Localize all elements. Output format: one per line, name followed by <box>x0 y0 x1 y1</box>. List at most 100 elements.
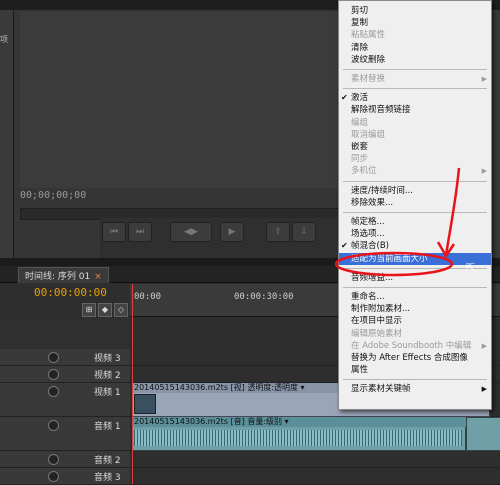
transport-controls: ⏮ ⏭ ◀▶ ▶ ⇧ ⇩ <box>100 218 340 258</box>
keyframe-icon[interactable]: ◇ <box>114 303 128 317</box>
menu-item-label: 编组 <box>351 117 369 128</box>
track-header: 音频 3 <box>0 468 130 484</box>
menu-item[interactable]: 在项目中显示 <box>339 315 491 327</box>
menu-item-label: 多机位 <box>351 166 377 177</box>
audio-clip[interactable] <box>466 417 500 451</box>
menu-item-label: 音频增益... <box>351 272 394 283</box>
audio-clip-label: 20140515143036.m2ts [音] 音量:级别 ▾ <box>132 417 466 427</box>
menu-item-label: 移除效果... <box>351 197 394 208</box>
menu-separator <box>343 287 487 288</box>
playhead[interactable] <box>132 284 133 484</box>
menu-item[interactable]: 属性 <box>339 364 491 376</box>
track-header: 音频 2 <box>0 451 130 467</box>
check-icon: ✔ <box>341 93 348 103</box>
menu-item[interactable]: 速度/持续时间... <box>339 185 491 197</box>
eye-icon[interactable] <box>48 352 59 363</box>
video-clip-thumbnail <box>134 394 156 414</box>
menu-item[interactable]: 嵌套 <box>339 141 491 153</box>
menu-item[interactable]: 解除视音频链接 <box>339 104 491 116</box>
menu-item[interactable]: 素材替换 ▶ <box>339 73 491 85</box>
menu-item-label: 属性 <box>351 365 369 376</box>
ruler-tick-label: 00:00:30:00 <box>234 292 294 302</box>
audio-waveform <box>134 430 462 446</box>
menu-item-label: 帧混合(B) <box>351 241 389 252</box>
monitor-screen <box>20 12 338 188</box>
lift-icon[interactable]: ⇧ <box>266 222 290 242</box>
menu-item-label: 粘贴属性 <box>351 30 386 41</box>
menu-item[interactable]: 移除效果... <box>339 197 491 209</box>
track-name: 视频 3 <box>94 354 121 364</box>
menu-item[interactable]: 复制 <box>339 17 491 29</box>
marker-icon[interactable]: ◆ <box>98 303 112 317</box>
eye-icon[interactable] <box>48 386 59 397</box>
menu-item[interactable]: 波纹删除 <box>339 54 491 66</box>
timeline-current-time[interactable]: 00:00:00:00 <box>34 286 107 299</box>
menu-item[interactable]: ✔ 帧混合(B) <box>339 240 491 252</box>
menu-item-label: 适配为当前画面大小 <box>351 253 428 264</box>
project-panel-tab[interactable]: 项 <box>0 34 8 45</box>
menu-item[interactable]: 帧定格... <box>339 216 491 228</box>
menu-item[interactable]: 多机位 ▶ <box>339 165 491 177</box>
menu-item[interactable]: 在 Adobe Soundbooth 中编辑 ▶ <box>339 340 491 352</box>
step-back-icon[interactable]: ⏮ <box>102 222 126 242</box>
speaker-icon[interactable] <box>48 471 59 482</box>
menu-item-label: 同步 <box>351 154 369 165</box>
menu-separator <box>343 88 487 90</box>
menu-separator <box>343 212 487 213</box>
track-header: 视频 2 <box>0 366 130 382</box>
track-audio-3[interactable]: 音频 3 <box>0 468 500 485</box>
menu-item-label: 显示素材关键帧 <box>351 384 411 395</box>
track-header: 音频 1 <box>0 417 130 450</box>
submenu-arrow-icon: ▶ <box>481 75 487 83</box>
menu-item[interactable]: 剪切 <box>339 5 491 17</box>
project-panel-strip <box>0 10 14 258</box>
menu-item[interactable]: ✔ 激活 <box>339 92 491 104</box>
menu-separator <box>343 69 487 70</box>
menu-item-label: 清除 <box>351 42 369 53</box>
menu-item[interactable]: 显示素材关键帧 ▶ <box>339 383 491 395</box>
menu-item-label: 取消编组 <box>351 129 386 140</box>
submenu-arrow-icon: ▶ <box>481 167 487 176</box>
menu-item[interactable]: 取消编组 <box>339 129 491 141</box>
menu-item-label: 解除视音频链接 <box>351 105 411 116</box>
track-name: 视频 2 <box>94 371 121 381</box>
menu-item[interactable]: 场选项... <box>339 228 491 240</box>
menu-item-label: 剪切 <box>351 6 369 16</box>
track-name: 音频 3 <box>94 473 121 483</box>
extract-icon[interactable]: ⇩ <box>292 222 316 242</box>
track-header: 视频 1 <box>0 383 130 416</box>
menu-item-label: 替换为 After Effects 合成图像 <box>351 353 468 363</box>
menu-item-label: 编辑原始素材 <box>351 328 403 339</box>
menu-item-label: 帧定格... <box>351 217 385 227</box>
track-audio-2[interactable]: 音频 2 <box>0 451 500 468</box>
monitor-timecode[interactable]: 00;00;00;00 <box>20 190 86 201</box>
step-forward-icon[interactable]: ⏭ <box>128 222 152 242</box>
speaker-icon[interactable] <box>48 420 59 431</box>
menu-item[interactable]: 重命名... <box>339 291 491 303</box>
menu-item[interactable]: 制作附加素材... <box>339 303 491 315</box>
menu-item-label: 激活 <box>351 93 369 104</box>
play-icon[interactable]: ▶ <box>220 222 244 242</box>
menu-item[interactable]: 粘贴属性 <box>339 29 491 41</box>
cursor-icon: ⇱ <box>466 261 476 274</box>
menu-item-label: 复制 <box>351 18 369 29</box>
speaker-icon[interactable] <box>48 454 59 465</box>
menu-item[interactable]: 替换为 After Effects 合成图像 <box>339 352 491 364</box>
menu-item[interactable]: 同步 <box>339 153 491 165</box>
close-icon[interactable]: × <box>94 272 102 282</box>
track-name: 音频 1 <box>94 422 121 432</box>
menu-item-label: 场选项... <box>351 229 385 240</box>
menu-item[interactable]: 编辑原始素材 <box>339 328 491 340</box>
menu-item-label: 速度/持续时间... <box>351 185 413 196</box>
menu-item[interactable]: 编组 <box>339 117 491 129</box>
menu-item-label: 在项目中显示 <box>351 316 403 327</box>
timeline-tab-label: 时间线: 序列 01 <box>25 272 91 282</box>
menu-item-label: 波纹删除 <box>351 54 386 65</box>
menu-item[interactable]: 清除 <box>339 42 491 54</box>
menu-separator <box>343 180 487 182</box>
snap-icon[interactable]: ⊞ <box>82 303 96 317</box>
jog-shuttle[interactable]: ◀▶ <box>170 222 212 242</box>
check-icon: ✔ <box>341 241 348 251</box>
eye-icon[interactable] <box>48 369 59 380</box>
tab-timeline-sequence[interactable]: 时间线: 序列 01 × <box>18 267 109 283</box>
